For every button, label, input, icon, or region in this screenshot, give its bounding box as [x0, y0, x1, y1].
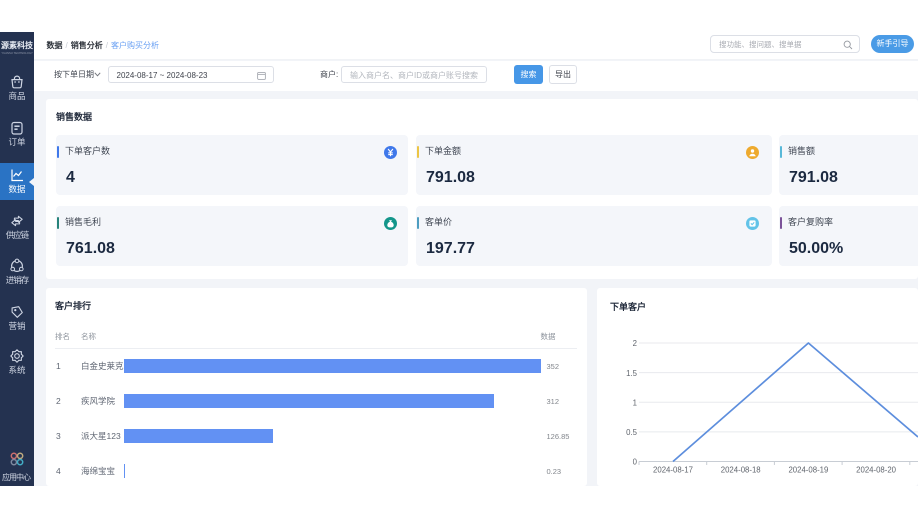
svg-text:2024-08-18: 2024-08-18	[721, 466, 761, 475]
svg-text:0: 0	[633, 458, 638, 467]
svg-text:2024-08-19: 2024-08-19	[788, 466, 828, 475]
svg-text:1.5: 1.5	[626, 369, 638, 378]
svg-text:2024-08-20: 2024-08-20	[856, 466, 897, 475]
svg-text:0.5: 0.5	[626, 428, 638, 437]
svg-text:2024-08-17: 2024-08-17	[653, 466, 693, 475]
svg-text:1: 1	[633, 398, 637, 407]
svg-text:2: 2	[633, 339, 637, 348]
